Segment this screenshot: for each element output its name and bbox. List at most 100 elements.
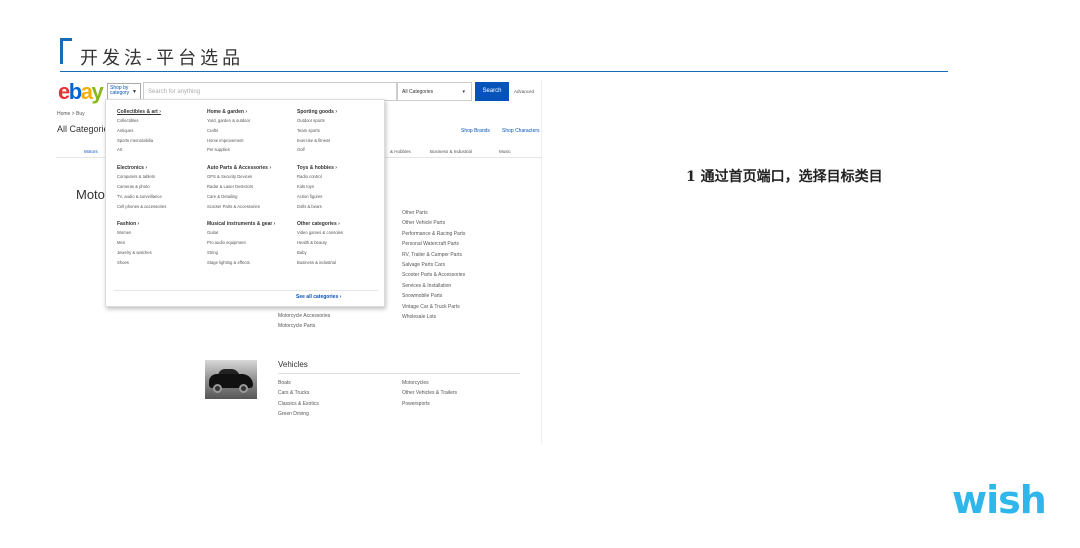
menu-item[interactable]: Action figures: [297, 192, 343, 202]
motorcycle-links: Motorcycle Accessories Motorcycle Parts: [278, 311, 330, 331]
chevron-down-icon: ▼: [132, 89, 137, 95]
ebay-screenshot: ebay Shop by category ▼ Search for anyth…: [56, 80, 542, 444]
mega-menu-column: Home & garden › Yard, garden & outdoor C…: [207, 108, 275, 277]
menu-item[interactable]: Exercise & fitness: [297, 136, 343, 146]
vehicles-heading: Vehicles: [278, 360, 308, 369]
vehicles-list-right: Motorcycles Other Vehicles & Trailers Po…: [402, 378, 457, 409]
menu-item[interactable]: Scooter Parts & Accessories: [207, 202, 275, 212]
list-item[interactable]: Salvage Parts Cars: [402, 260, 532, 270]
advanced-search-link[interactable]: Advanced: [514, 89, 534, 94]
menu-item[interactable]: Computers & tablets: [117, 172, 166, 182]
list-item[interactable]: Powersports: [402, 399, 457, 409]
menu-heading[interactable]: Auto Parts & Accessories ›: [207, 164, 275, 172]
menu-heading[interactable]: Toys & hobbies ›: [297, 164, 343, 172]
tab-business-industrial[interactable]: Business & Industrial: [430, 149, 472, 154]
menu-item[interactable]: Women: [117, 228, 166, 238]
list-item[interactable]: Motorcycle Accessories: [278, 311, 330, 321]
menu-item[interactable]: Baby: [297, 248, 343, 258]
menu-item[interactable]: Care & Detailing: [207, 192, 275, 202]
shop-by-label: Shop by category: [110, 85, 130, 96]
list-item[interactable]: Other Vehicles & Trailers: [402, 388, 457, 398]
menu-heading[interactable]: Home & garden ›: [207, 108, 275, 116]
see-all-categories-link[interactable]: See all categories ›: [296, 294, 341, 300]
menu-item[interactable]: Radio control: [297, 172, 343, 182]
menu-heading[interactable]: Collectibles & art ›: [117, 108, 166, 116]
menu-item[interactable]: Business & industrial: [297, 258, 343, 268]
list-item[interactable]: Other Vehicle Parts: [402, 218, 532, 228]
slide-title: 开发法-平台选品: [80, 48, 245, 69]
menu-heading[interactable]: Sporting goods ›: [297, 108, 343, 116]
list-item[interactable]: Other Parts: [402, 208, 532, 218]
menu-item[interactable]: Yard, garden & outdoor: [207, 116, 275, 126]
menu-section: Fashion › Women Men Jewelry & watches Sh…: [117, 220, 166, 267]
menu-item[interactable]: Home improvement: [207, 136, 275, 146]
shop-characters-link[interactable]: Shop Characters: [502, 128, 540, 134]
list-item[interactable]: Services & Installation: [402, 281, 532, 291]
menu-item[interactable]: Jewelry & watches: [117, 248, 166, 258]
list-item[interactable]: Snowmobile Parts: [402, 291, 532, 301]
menu-heading[interactable]: Fashion ›: [117, 220, 166, 228]
breadcrumb[interactable]: Home > Buy: [57, 111, 85, 117]
menu-item[interactable]: Crafts: [207, 126, 275, 136]
menu-item[interactable]: Pro audio equipment: [207, 238, 275, 248]
menu-item[interactable]: Men: [117, 238, 166, 248]
list-item[interactable]: Wholesale Lots: [402, 312, 532, 322]
menu-item[interactable]: Radar & Laser Detectors: [207, 182, 275, 192]
menu-item[interactable]: Kids toys: [297, 182, 343, 192]
list-item[interactable]: RV, Trailer & Camper Parts: [402, 250, 532, 260]
car-wheel-shape: [239, 384, 248, 393]
list-item[interactable]: Vintage Car & Truck Parts: [402, 302, 532, 312]
category-select[interactable]: All Categories ▾: [397, 82, 472, 101]
menu-item[interactable]: Sports memorabilia: [117, 136, 166, 146]
menu-item[interactable]: Shoes: [117, 258, 166, 268]
list-item[interactable]: Motorcycles: [402, 378, 457, 388]
menu-section: Collectibles & art › Collectibles Antiqu…: [117, 108, 166, 155]
list-item[interactable]: Motorcycle Parts: [278, 321, 330, 331]
shop-brands-link[interactable]: Shop Brands: [461, 128, 490, 134]
menu-heading[interactable]: Electronics ›: [117, 164, 166, 172]
menu-item[interactable]: Art: [117, 145, 166, 155]
menu-item[interactable]: Video games & consoles: [297, 228, 343, 238]
vehicles-car-image[interactable]: [205, 360, 257, 399]
menu-item[interactable]: Pet supplies: [207, 145, 275, 155]
menu-item[interactable]: Dolls & bears: [297, 202, 343, 212]
tab-motors[interactable]: Motors: [84, 149, 98, 154]
menu-item[interactable]: String: [207, 248, 275, 258]
search-button[interactable]: Search: [475, 82, 509, 101]
vehicles-list-left: Boats Cars & Trucks Classics & Exotics G…: [278, 378, 319, 420]
list-item[interactable]: Green Driving: [278, 409, 319, 419]
menu-section: Auto Parts & Accessories › GPS & Securit…: [207, 164, 275, 211]
vehicles-divider: [278, 373, 520, 374]
car-wheel-shape: [213, 384, 222, 393]
list-item[interactable]: Classics & Exotics: [278, 399, 319, 409]
title-divider: [60, 71, 948, 72]
menu-item[interactable]: GPS & Security Devices: [207, 172, 275, 182]
list-item[interactable]: Personal Watercraft Parts: [402, 239, 532, 249]
list-item[interactable]: Scooter Parts & Accessories: [402, 270, 532, 280]
tab-hobbies[interactable]: & Hobbies: [390, 149, 411, 154]
menu-item[interactable]: Collectibles: [117, 116, 166, 126]
menu-item[interactable]: Guitar: [207, 228, 275, 238]
menu-heading[interactable]: Other categories ›: [297, 220, 343, 228]
list-item[interactable]: Performance & Racing Parts: [402, 229, 532, 239]
menu-item[interactable]: TV, audio & surveillance: [117, 192, 166, 202]
menu-section: Home & garden › Yard, garden & outdoor C…: [207, 108, 275, 155]
menu-item[interactable]: Team sports: [297, 126, 343, 136]
list-item[interactable]: Cars & Trucks: [278, 388, 319, 398]
menu-heading[interactable]: Musical instruments & gear ›: [207, 220, 275, 228]
menu-item[interactable]: Cell phones & accessories: [117, 202, 166, 212]
category-select-value: All Categories: [402, 89, 434, 95]
menu-item[interactable]: Cameras & photo: [117, 182, 166, 192]
menu-item[interactable]: Golf: [297, 145, 343, 155]
tab-music[interactable]: Music: [499, 149, 511, 154]
menu-item[interactable]: Antiques: [117, 126, 166, 136]
shop-by-category-button[interactable]: Shop by category ▼: [107, 83, 141, 100]
menu-item[interactable]: Health & beauty: [297, 238, 343, 248]
motors-parts-list: Other Parts Other Vehicle Parts Performa…: [402, 208, 532, 322]
ebay-logo-e: e: [58, 80, 70, 104]
ebay-logo[interactable]: ebay: [58, 80, 104, 104]
list-item[interactable]: Boats: [278, 378, 319, 388]
menu-item[interactable]: Stage lighting & effects: [207, 258, 275, 268]
menu-section: Sporting goods › Outdoor sports Team spo…: [297, 108, 343, 155]
menu-item[interactable]: Outdoor sports: [297, 116, 343, 126]
